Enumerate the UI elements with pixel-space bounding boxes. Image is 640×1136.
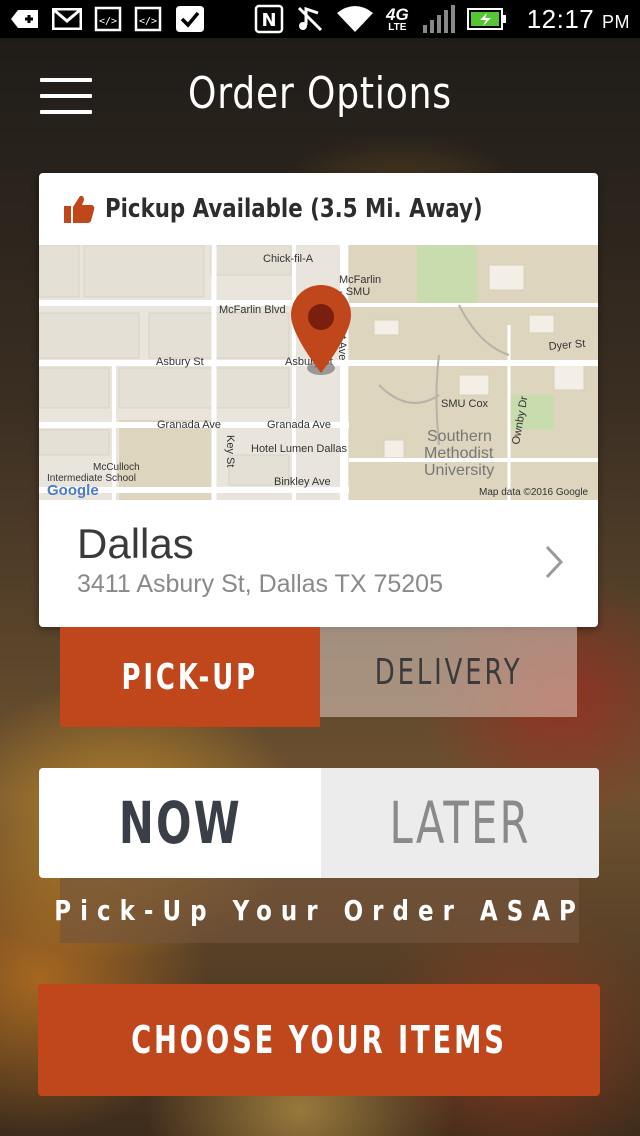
map-label: McFarlin — [339, 274, 381, 286]
pickup-availability-text: Pickup Available (3.5 Mi. Away) — [105, 194, 483, 224]
map-label: Chick-fil-A — [263, 253, 314, 265]
thumbs-up-icon — [64, 195, 95, 223]
pickup-button-label: PICK-UP — [121, 656, 259, 698]
map-label: Binkley Ave — [274, 476, 331, 488]
svg-text:</>: </> — [99, 16, 117, 27]
map-label: University — [424, 462, 494, 479]
delivery-button[interactable]: DELIVERY — [320, 627, 577, 717]
location-address: 3411 Asbury St, Dallas TX 75205 — [77, 570, 443, 598]
map-label: McFarlin Blvd — [219, 304, 286, 316]
clock-suffix: PM — [602, 11, 630, 32]
map-label: McCulloch — [93, 462, 140, 473]
map-label: Methodist — [424, 445, 494, 462]
delivery-button-label: DELIVERY — [374, 651, 523, 693]
later-button-label: LATER — [389, 789, 531, 857]
add-icon — [10, 5, 40, 33]
nfc-icon: N — [254, 4, 284, 34]
clock-time: 12:17 — [526, 3, 595, 34]
location-card: Pickup Available (3.5 Mi. Away) Chick-fi… — [39, 173, 598, 627]
order-time-toggle: NOW LATER — [39, 768, 599, 878]
map-label: Granada Ave — [267, 419, 331, 431]
map-label: Hotel Lumen Dallas — [251, 443, 347, 455]
svg-text:N: N — [261, 10, 276, 31]
clock: 12:17 PM — [527, 4, 630, 35]
code-icon: </> — [134, 5, 162, 33]
map[interactable]: Chick-fil-A McFarlin - SMU McFarlin Blvd… — [39, 245, 598, 500]
map-attribution: Map data ©2016 Google — [479, 487, 589, 498]
location-selector[interactable]: Dallas 3411 Asbury St, Dallas TX 75205 — [39, 500, 598, 627]
google-logo: Google — [47, 482, 99, 499]
mute-icon — [296, 5, 324, 33]
map-label: Asbury St — [156, 356, 204, 368]
map-label: SMU Cox — [441, 398, 489, 410]
pickup-button[interactable]: PICK-UP — [60, 627, 320, 727]
network-type: 4G LTE — [386, 5, 409, 33]
signal-icon — [421, 5, 455, 33]
gmail-icon — [52, 5, 82, 33]
pickup-availability: Pickup Available (3.5 Mi. Away) — [39, 173, 598, 245]
chevron-right-icon[interactable] — [544, 544, 564, 580]
status-bar: </> </> N 4G LTE 12:17 PM — [0, 0, 640, 38]
svg-text:</>: </> — [139, 16, 157, 27]
map-label: Granada Ave — [157, 419, 221, 431]
map-label: Southern — [427, 428, 492, 445]
map-label: Key St — [224, 435, 236, 467]
check-icon — [174, 5, 206, 33]
network-label: 4G — [386, 4, 409, 24]
order-time-note-text: Pick-Up Your Order ASAP — [54, 894, 585, 927]
location-city: Dallas — [77, 520, 194, 567]
now-button-label: NOW — [118, 789, 242, 857]
header: Order Options — [0, 38, 640, 156]
network-sub-label: LTE — [388, 21, 407, 33]
battery-charging-icon — [466, 5, 507, 33]
code-icon: </> — [94, 5, 122, 33]
green-area — [417, 245, 477, 305]
order-time-note: Pick-Up Your Order ASAP — [54, 878, 579, 943]
wifi-icon — [336, 5, 374, 33]
order-method-toggle: PICK-UP DELIVERY — [60, 627, 577, 727]
later-button[interactable]: LATER — [321, 768, 599, 878]
choose-items-label: CHOOSE YOUR ITEMS — [131, 1018, 507, 1062]
choose-items-button[interactable]: CHOOSE YOUR ITEMS — [38, 984, 600, 1096]
page-title: Order Options — [188, 68, 452, 119]
now-button[interactable]: NOW — [39, 768, 321, 878]
